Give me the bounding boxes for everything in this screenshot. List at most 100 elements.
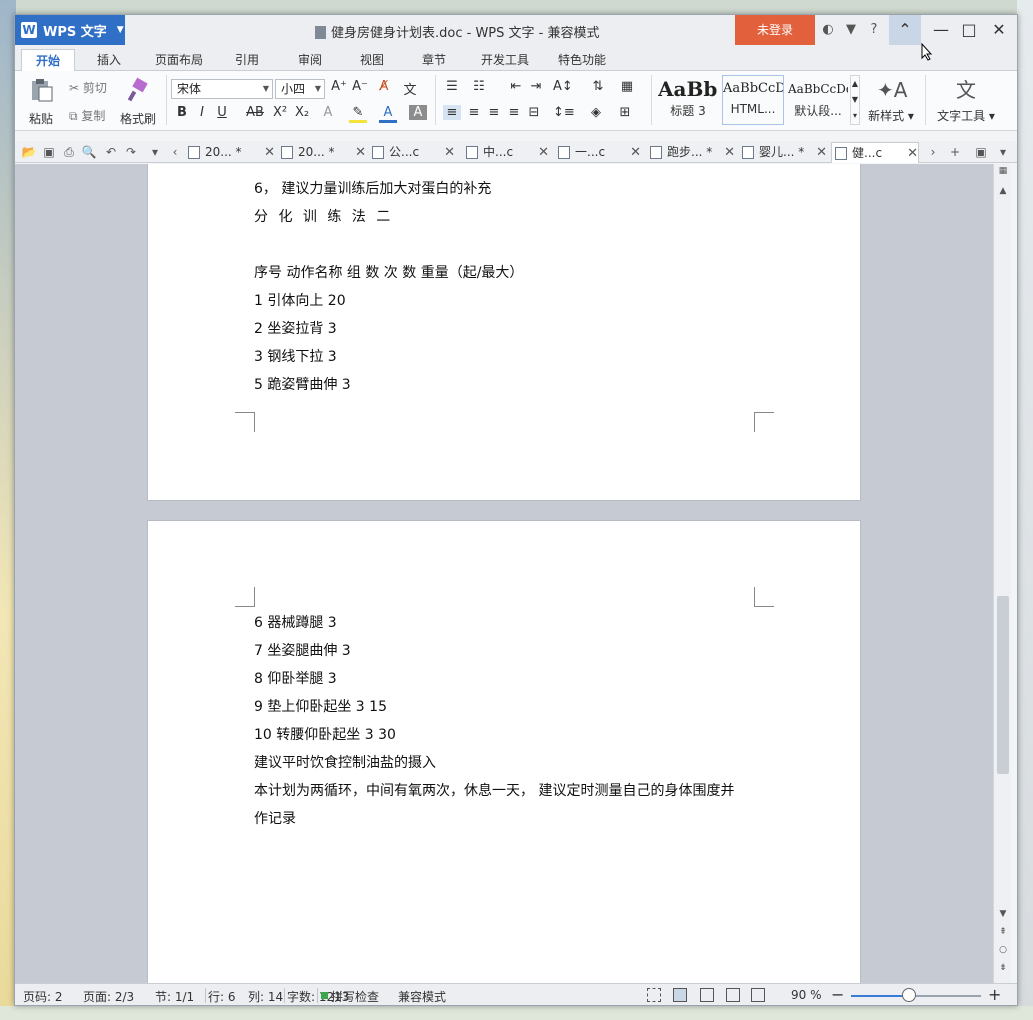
font-size-select[interactable]: 小四 ▼	[275, 79, 325, 99]
status-page-number[interactable]: 页码: 2	[23, 988, 63, 1005]
text-effect-icon[interactable]: A	[319, 105, 337, 120]
copy-button[interactable]: ⧉ 复制	[69, 107, 105, 124]
style-default-paragraph[interactable]: AaBbCcDd 默认段...	[787, 75, 849, 125]
scroll-down-icon[interactable]: ▼	[997, 909, 1009, 919]
print-preview-icon[interactable]: 🔍	[81, 144, 97, 160]
zoom-level[interactable]: 90 %	[791, 988, 822, 1002]
document-tab[interactable]: 20... * ✕	[278, 142, 366, 163]
page-view-icon[interactable]	[673, 988, 687, 1002]
shading-icon[interactable]: ◈	[587, 105, 605, 120]
tab-home[interactable]: 开始	[21, 49, 75, 72]
document-tab-active[interactable]: 健...c ✕	[831, 142, 919, 163]
align-right-icon[interactable]: ≡	[485, 105, 503, 120]
distribute-icon[interactable]: ⊟	[525, 105, 543, 120]
close-icon[interactable]: ✕	[630, 142, 641, 163]
document-tab[interactable]: 跑步... * ✕	[647, 142, 735, 163]
print-icon[interactable]: ⎙	[61, 144, 77, 160]
increase-indent-icon[interactable]: ⇥	[527, 79, 545, 94]
grow-font-icon[interactable]: A⁺	[330, 79, 348, 94]
login-button[interactable]: 未登录	[735, 15, 815, 45]
document-tab[interactable]: 公...c ✕	[369, 142, 455, 163]
highlight-icon[interactable]: ✎	[349, 105, 367, 123]
align-left-icon[interactable]: ≡	[443, 105, 461, 120]
tab-references[interactable]: 引用	[227, 49, 267, 71]
document-tab[interactable]: 中...c ✕	[463, 142, 549, 163]
font-name-select[interactable]: 宋体 ▼	[171, 79, 273, 99]
text-tools-button[interactable]: 文 文字工具 ▾	[933, 77, 999, 124]
font-color-icon[interactable]: A	[379, 105, 397, 123]
scroll-options-icon[interactable]: ▦	[997, 166, 1009, 176]
shrink-font-icon[interactable]: A⁻	[351, 79, 369, 94]
justify-icon[interactable]: ≡	[505, 105, 523, 120]
style-html[interactable]: AaBbCcDd HTML...	[722, 75, 784, 125]
scroll-thumb[interactable]	[997, 596, 1009, 774]
line-spacing-icon[interactable]: ↕≡	[553, 105, 575, 120]
strikethrough-icon[interactable]: AB	[243, 105, 267, 120]
status-section[interactable]: 节: 1/1	[155, 988, 194, 1005]
maximize-button[interactable]: □	[953, 15, 985, 45]
text-direction-icon[interactable]: A↕	[553, 79, 573, 94]
undo-icon[interactable]: ↶	[103, 144, 119, 160]
close-icon[interactable]: ✕	[907, 143, 918, 164]
status-pages[interactable]: 页面: 2/3	[83, 988, 134, 1005]
zoom-in-icon[interactable]: +	[988, 985, 1001, 1004]
document-canvas[interactable]: 6， 建议力量训练后加大对蛋白的补充 分 化 训 练 法 二 序号 动作名称 组…	[15, 164, 993, 983]
superscript-icon[interactable]: X²	[271, 105, 289, 120]
help-icon[interactable]: ?	[866, 22, 882, 38]
align-center-icon[interactable]: ≡	[465, 105, 483, 120]
outline-view-icon[interactable]	[700, 988, 714, 1002]
style-heading3[interactable]: AaBbC 标题 3	[657, 75, 719, 125]
document-page[interactable]: 6， 建议力量训练后加大对蛋白的补充 分 化 训 练 法 二 序号 动作名称 组…	[147, 164, 861, 501]
tab-list-icon[interactable]: ▣	[973, 144, 989, 160]
close-button[interactable]: ✕	[983, 15, 1015, 45]
web-view-icon[interactable]	[726, 988, 740, 1002]
table-grid-icon[interactable]: ▦	[618, 79, 636, 94]
save-icon[interactable]: ▣	[41, 144, 57, 160]
bullets-icon[interactable]: ☰	[443, 79, 461, 94]
tab-view[interactable]: 视图	[352, 49, 392, 71]
scroll-up-icon[interactable]: ▲	[997, 186, 1009, 196]
zoom-out-icon[interactable]: −	[831, 985, 844, 1004]
vertical-scrollbar[interactable]: ▦ ▲ ▼ ⇞ ○ ⇟	[993, 164, 1011, 983]
zoom-slider-handle[interactable]	[902, 988, 916, 1002]
clear-format-icon[interactable]: A̸	[375, 79, 393, 94]
char-shading-icon[interactable]: A	[409, 105, 427, 120]
paste-button[interactable]: 粘贴	[21, 77, 61, 127]
tab-special-features[interactable]: 特色功能	[552, 49, 612, 71]
tab-options-icon[interactable]: ▾	[995, 144, 1011, 160]
format-painter-button[interactable]: 格式刷	[118, 77, 158, 127]
status-column[interactable]: 列: 14	[248, 988, 283, 1005]
previous-page-icon[interactable]: ⇞	[997, 927, 1009, 937]
full-screen-view-icon[interactable]	[647, 988, 661, 1002]
status-row[interactable]: 行: 6	[208, 988, 236, 1005]
underline-icon[interactable]: U	[213, 105, 231, 120]
decrease-indent-icon[interactable]: ⇤	[507, 79, 525, 94]
close-icon[interactable]: ✕	[538, 142, 549, 163]
document-page[interactable]: 6 器械蹲腿 3 7 坐姿腿曲伸 3 8 仰卧举腿 3 9 垫上仰卧起坐 3 1…	[147, 520, 861, 983]
collapse-ribbon-button[interactable]: ⌃	[889, 15, 921, 45]
new-tab-icon[interactable]: +	[947, 144, 963, 160]
redo-icon[interactable]: ↷	[123, 144, 139, 160]
border-icon[interactable]: ⊞	[616, 105, 634, 120]
app-menu-button[interactable]: W WPS 文字 ▼	[15, 15, 125, 45]
open-icon[interactable]: 📂	[21, 144, 37, 160]
reading-view-icon[interactable]	[751, 988, 765, 1002]
new-style-button[interactable]: ✦A 新样式 ▾	[865, 77, 917, 124]
subscript-icon[interactable]: X₂	[293, 105, 311, 120]
status-spell-check[interactable]: 拼写检查	[331, 988, 379, 1005]
document-tab[interactable]: 20... * ✕	[185, 142, 275, 163]
close-icon[interactable]: ✕	[264, 142, 275, 163]
document-tab[interactable]: 一...c ✕	[555, 142, 641, 163]
numbering-icon[interactable]: ☷	[470, 79, 488, 94]
tab-section[interactable]: 章节	[414, 49, 454, 71]
close-icon[interactable]: ✕	[355, 142, 366, 163]
skin-icon[interactable]: ◐	[820, 22, 836, 38]
close-icon[interactable]: ✕	[444, 142, 455, 163]
sort-icon[interactable]: ⇅	[589, 79, 607, 94]
shirt-icon[interactable]: ▼	[843, 22, 859, 38]
bold-icon[interactable]: B	[173, 105, 191, 120]
phonetic-guide-icon[interactable]: 文	[401, 79, 419, 98]
italic-icon[interactable]: I	[193, 105, 211, 120]
tabs-scroll-right-icon[interactable]: ›	[925, 144, 941, 160]
next-page-icon[interactable]: ⇟	[997, 963, 1009, 973]
